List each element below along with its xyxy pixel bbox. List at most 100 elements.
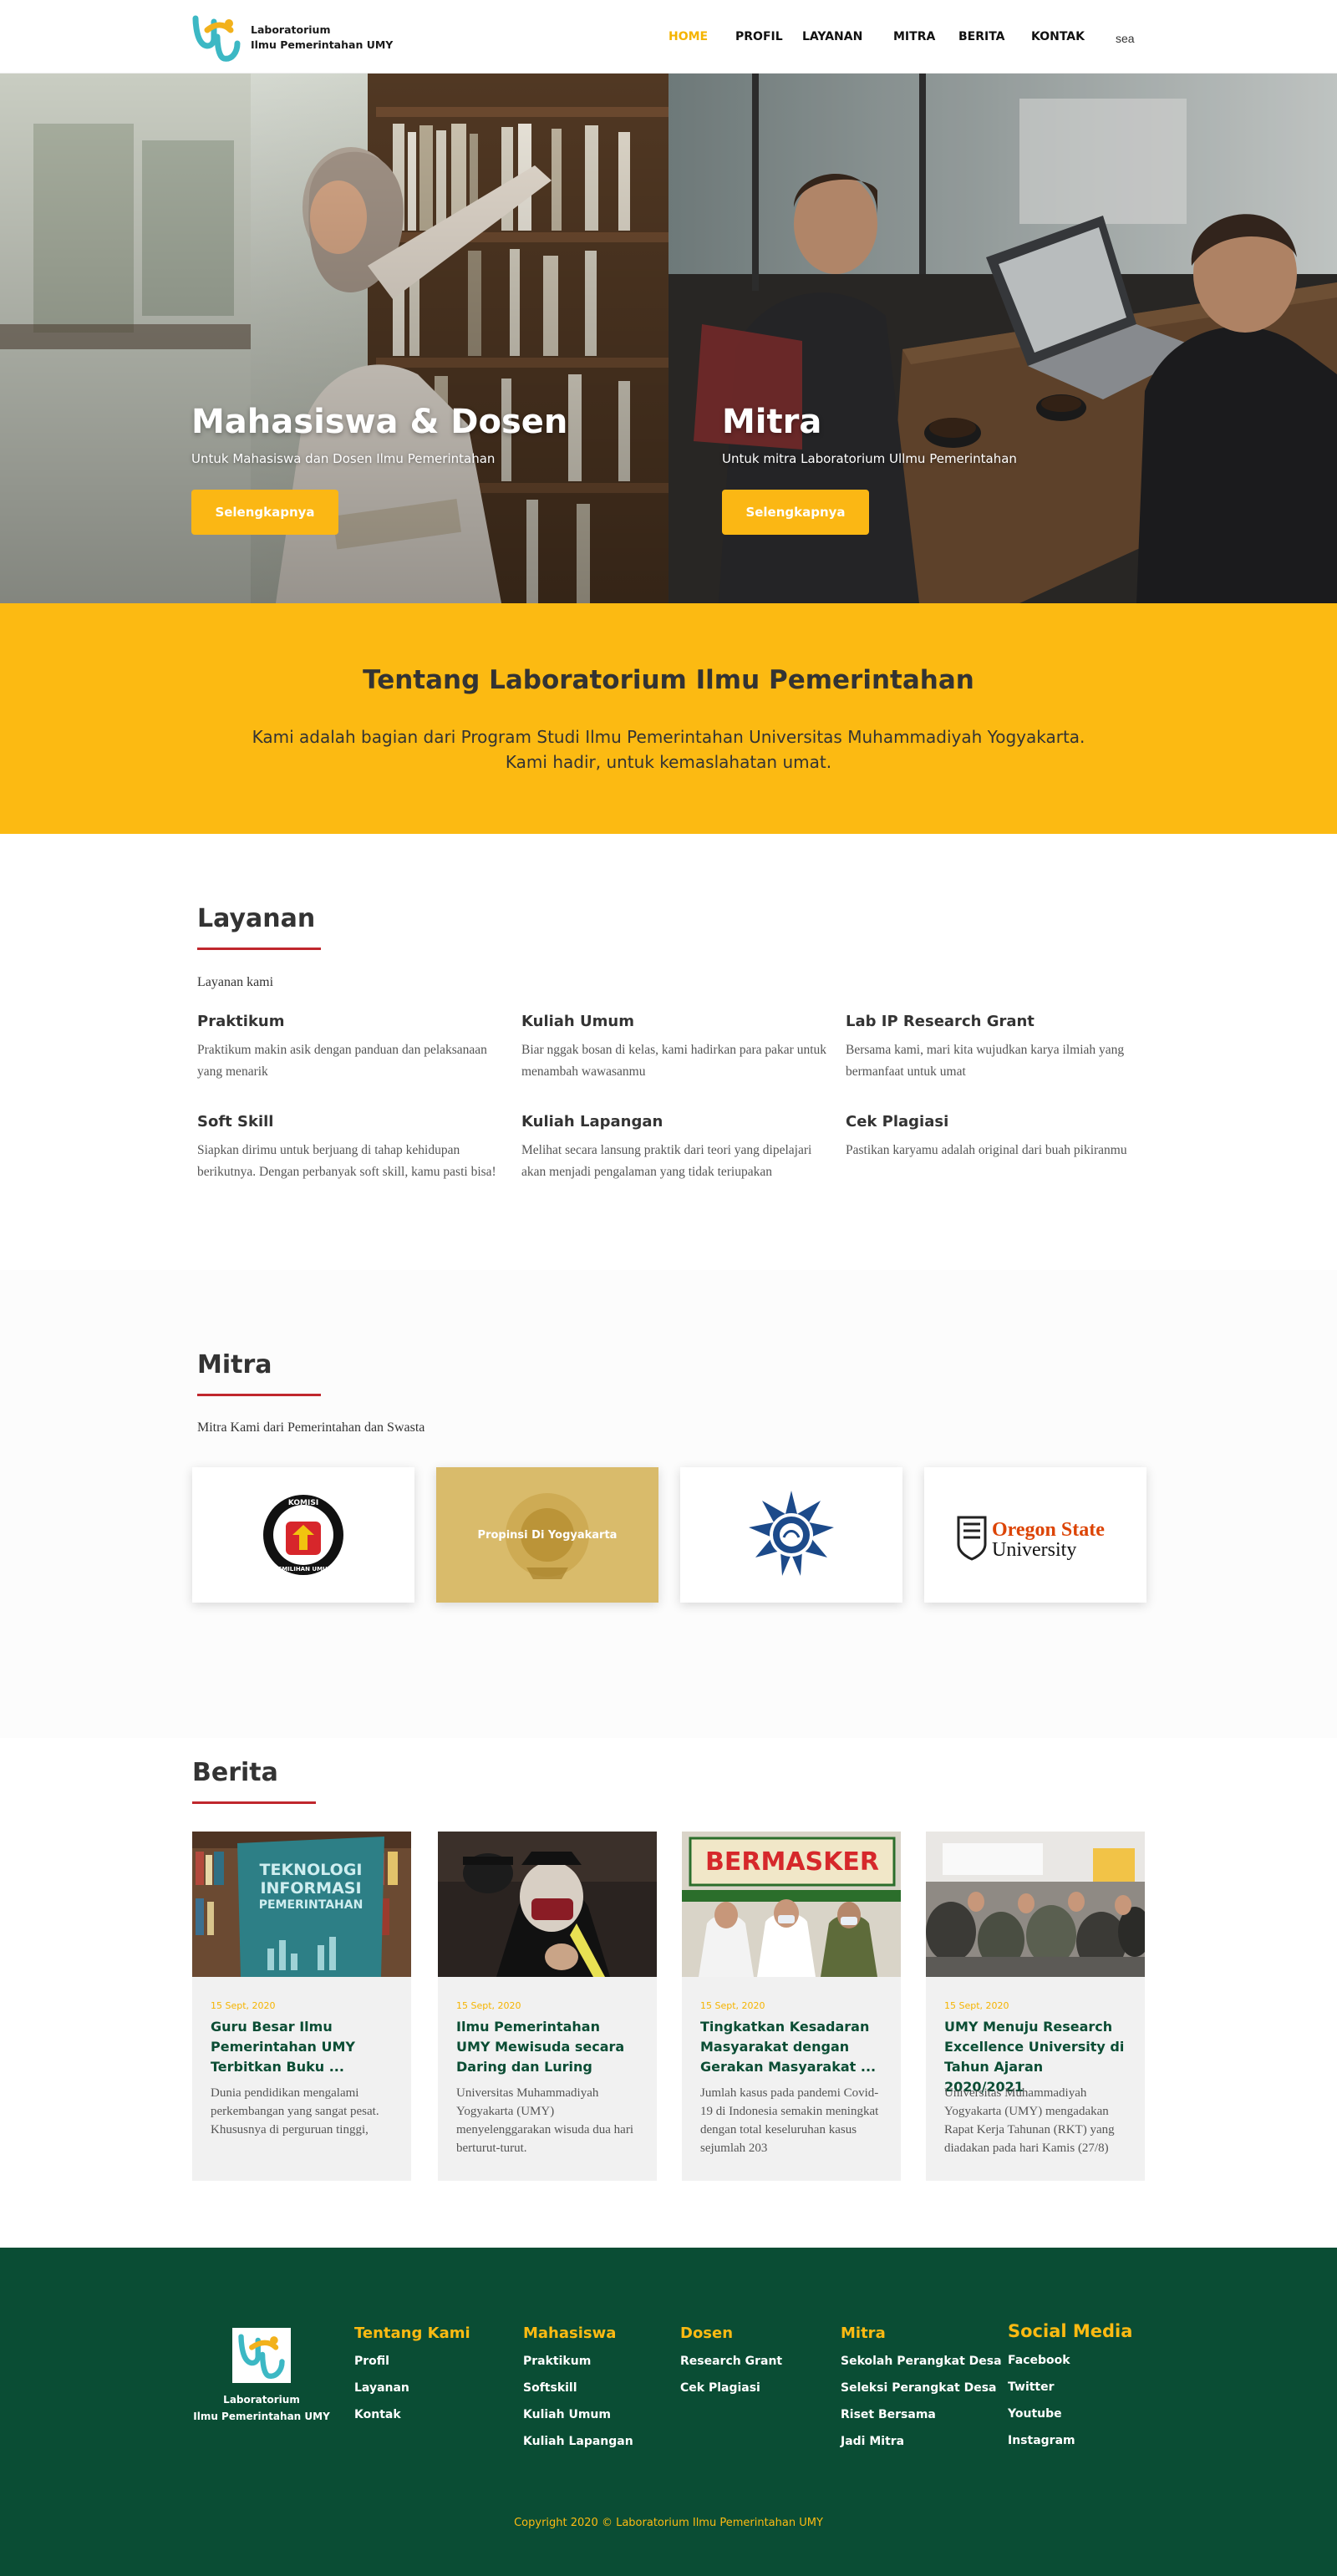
nav-kontak[interactable]: KONTAK bbox=[1031, 30, 1085, 43]
footer-link-seleksi-perangkat-desa[interactable]: Seleksi Perangkat Desa bbox=[841, 2380, 1002, 2396]
oregon-state-logo: Oregon State University bbox=[957, 1516, 1105, 1561]
hero-left-title: Mahasiswa & Dosen bbox=[191, 403, 568, 441]
site-logo[interactable]: Laboratorium Ilmu Pemerintahan UMY bbox=[191, 12, 458, 64]
footer-link-jadi-mitra[interactable]: Jadi Mitra bbox=[841, 2434, 1002, 2449]
nav-profil[interactable]: PROFIL bbox=[735, 30, 783, 43]
footer-link-softskill[interactable]: Softskill bbox=[523, 2380, 633, 2396]
hero-left-subtitle: Untuk Mahasiswa dan Dosen Ilmu Pemerinta… bbox=[191, 451, 496, 466]
nav-layanan[interactable]: LAYANAN bbox=[802, 30, 862, 43]
news-date: 15 Sept, 2020 bbox=[211, 2000, 276, 2011]
service-desc: Siapkan dirimu untuk berjuang di tahap k… bbox=[197, 1143, 496, 1179]
mitra-underline bbox=[197, 1394, 321, 1396]
osu-name-line2: University bbox=[992, 1539, 1076, 1561]
hero-mitra: Mitra Untuk mitra Laboratorium Ullmu Pem… bbox=[668, 74, 1337, 603]
nav-berita[interactable]: BERITA bbox=[958, 30, 1005, 43]
footer-link-riset-bersama[interactable]: Riset Bersama bbox=[841, 2407, 1002, 2422]
footer-col-mitra: Mitra Sekolah Perangkat Desa Seleksi Per… bbox=[841, 2324, 1002, 2461]
service-desc: Biar nggak bosan di kelas, kami hadirkan… bbox=[521, 1043, 826, 1079]
partner-card-diy[interactable]: Propinsi Di Yogyakarta bbox=[436, 1467, 658, 1603]
footer-link-twitter[interactable]: Twitter bbox=[1008, 2380, 1132, 2395]
footer-col-social-media: Social Media Facebook Twitter Youtube In… bbox=[1008, 2321, 1132, 2460]
logo-line-1: Laboratorium bbox=[251, 23, 331, 36]
top-navbar: Laboratorium Ilmu Pemerintahan UMY HOME … bbox=[0, 0, 1337, 74]
footer-logo-text: Laboratorium Ilmu Pemerintahan UMY bbox=[191, 2391, 333, 2425]
news-title[interactable]: Guru Besar Ilmu Pemerintahan UMY Terbitk… bbox=[211, 2017, 393, 2077]
kpu-bottom-text: PEMILIHAN UMUM bbox=[273, 1566, 333, 1573]
footer-col-title: Mahasiswa bbox=[523, 2324, 617, 2342]
news-card[interactable]: 15 Sept, 2020 UMY Menuju Research Excell… bbox=[926, 1832, 1145, 2181]
footer-link-kontak[interactable]: Kontak bbox=[354, 2407, 470, 2422]
footer-link-layanan[interactable]: Layanan bbox=[354, 2380, 470, 2396]
lab-logo-icon bbox=[238, 2334, 285, 2379]
footer-col-title: Tentang Kami bbox=[354, 2324, 470, 2342]
kpu-logo: KOMISI PEMILIHAN UMUM bbox=[263, 1495, 343, 1575]
news-card[interactable]: 15 Sept, 2020 Ilmu Pemerintahan UMY Mewi… bbox=[438, 1832, 657, 2181]
service-title: Soft Skill bbox=[197, 1113, 274, 1130]
footer-link-profil[interactable]: Profil bbox=[354, 2354, 470, 2369]
footer-col-mahasiswa: Mahasiswa Praktikum Softskill Kuliah Umu… bbox=[523, 2324, 633, 2461]
service-title: Praktikum bbox=[197, 1013, 285, 1030]
banner-text: BERMASKER bbox=[705, 1847, 879, 1877]
kpu-top-text: KOMISI bbox=[288, 1499, 318, 1507]
footer-col-tentang-kami: Tentang Kami Profil Layanan Kontak bbox=[354, 2324, 470, 2434]
diy-label: Propinsi Di Yogyakarta bbox=[477, 1528, 618, 1542]
layanan-subtitle: Layanan kami bbox=[197, 975, 274, 989]
hero-right-subtitle: Untuk mitra Laboratorium Ullmu Pemerinta… bbox=[722, 451, 1017, 466]
footer-col-title: Dosen bbox=[680, 2324, 734, 2342]
news-excerpt: Universitas Muhammadiyah Yogyakarta (UMY… bbox=[456, 2086, 633, 2155]
copyright-text: Copyright 2020 © Laboratorium Ilmu Pemer… bbox=[514, 2517, 823, 2529]
news-date: 15 Sept, 2020 bbox=[944, 2000, 1009, 2011]
footer-col-title: Social Media bbox=[1008, 2321, 1133, 2341]
hero-right-button[interactable]: Selengkapnya bbox=[722, 490, 869, 535]
partner-card-oregon-state[interactable]: Oregon State University bbox=[924, 1467, 1146, 1603]
about-line-1: Kami adalah bagian dari Program Studi Il… bbox=[252, 727, 1085, 747]
footer-link-kuliah-lapangan[interactable]: Kuliah Lapangan bbox=[523, 2434, 633, 2449]
news-title[interactable]: Ilmu Pemerintahan UMY Mewisuda secara Da… bbox=[456, 2017, 638, 2077]
hero-left-button[interactable]: Selengkapnya bbox=[191, 490, 338, 535]
footer-link-instagram[interactable]: Instagram bbox=[1008, 2433, 1132, 2448]
layanan-underline bbox=[197, 948, 321, 950]
book-cover-text: TEKNOLOGI INFORMASI PEMERINTAHAN bbox=[259, 1861, 363, 1912]
footer-link-sekolah-perangkat-desa[interactable]: Sekolah Perangkat Desa bbox=[841, 2354, 1002, 2369]
berita-title: Berita bbox=[192, 1758, 278, 1787]
news-title[interactable]: Tingkatkan Kesadaran Masyarakat dengan G… bbox=[700, 2017, 882, 2077]
footer-logo-line-1: Laboratorium bbox=[223, 2394, 300, 2406]
news-card[interactable]: TEKNOLOGI INFORMASI PEMERINTAHAN 15 Sept, … bbox=[192, 1832, 411, 2181]
service-title: Cek Plagiasi bbox=[846, 1113, 949, 1130]
mitra-subtitle: Mitra Kami dari Pemerintahan dan Swasta bbox=[197, 1420, 425, 1435]
partner-card-muhammadiyah[interactable] bbox=[680, 1467, 902, 1603]
muhammadiyah-logo bbox=[749, 1491, 834, 1576]
footer-link-praktikum[interactable]: Praktikum bbox=[523, 2354, 633, 2369]
logo-line-2: Ilmu Pemerintahan UMY bbox=[251, 38, 394, 51]
footer-link-facebook[interactable]: Facebook bbox=[1008, 2353, 1132, 2368]
osu-name-line1: Oregon State bbox=[992, 1519, 1105, 1541]
news-excerpt: Dunia pendidikan mengalami perkembangan … bbox=[211, 2086, 379, 2137]
news-image bbox=[438, 1832, 657, 1977]
about-line-2: Kami hadir, untuk kemaslahatan umat. bbox=[505, 752, 832, 772]
footer-logo[interactable] bbox=[232, 2328, 291, 2383]
news-image: TEKNOLOGI INFORMASI PEMERINTAHAN bbox=[192, 1832, 411, 1977]
service-desc: Praktikum makin asik dengan panduan dan … bbox=[197, 1043, 487, 1079]
nav-home[interactable]: HOME bbox=[668, 30, 708, 43]
service-title: Lab IP Research Grant bbox=[846, 1013, 1035, 1030]
news-card[interactable]: BERMASKER 15 Sept, 2020 Tingkatkan Kesad… bbox=[682, 1832, 901, 2181]
footer-col-dosen: Dosen Research Grant Cek Plagiasi bbox=[680, 2324, 782, 2407]
footer-link-cek-plagiasi[interactable]: Cek Plagiasi bbox=[680, 2380, 782, 2396]
partner-card-kpu[interactable]: KOMISI PEMILIHAN UMUM bbox=[192, 1467, 414, 1603]
service-desc: Melihat secara lansung praktik dari teor… bbox=[521, 1143, 812, 1179]
nav-mitra[interactable]: MITRA bbox=[893, 30, 935, 43]
site-footer: Laboratorium Ilmu Pemerintahan UMY Tenta… bbox=[0, 2248, 1337, 2576]
footer-link-kuliah-umum[interactable]: Kuliah Umum bbox=[523, 2407, 633, 2422]
hero-mahasiswa-dosen: Mahasiswa & Dosen Untuk Mahasiswa dan Do… bbox=[0, 74, 668, 603]
service-desc: Pastikan karyamu adalah original dari bu… bbox=[846, 1143, 1127, 1157]
service-title: Kuliah Lapangan bbox=[521, 1113, 663, 1130]
mitra-title: Mitra bbox=[197, 1350, 272, 1379]
footer-link-youtube[interactable]: Youtube bbox=[1008, 2406, 1132, 2421]
service-desc: Bersama kami, mari kita wujudkan karya i… bbox=[846, 1043, 1125, 1079]
news-excerpt: Universitas Muhammadiyah Yogyakarta (UMY… bbox=[944, 2086, 1115, 2155]
footer-logo-line-2: Ilmu Pemerintahan UMY bbox=[193, 2411, 330, 2422]
search-input[interactable]: sea bbox=[1116, 32, 1135, 45]
footer-link-research-grant[interactable]: Research Grant bbox=[680, 2354, 782, 2369]
footer-col-title: Mitra bbox=[841, 2324, 886, 2342]
lab-logo-icon bbox=[191, 12, 242, 64]
